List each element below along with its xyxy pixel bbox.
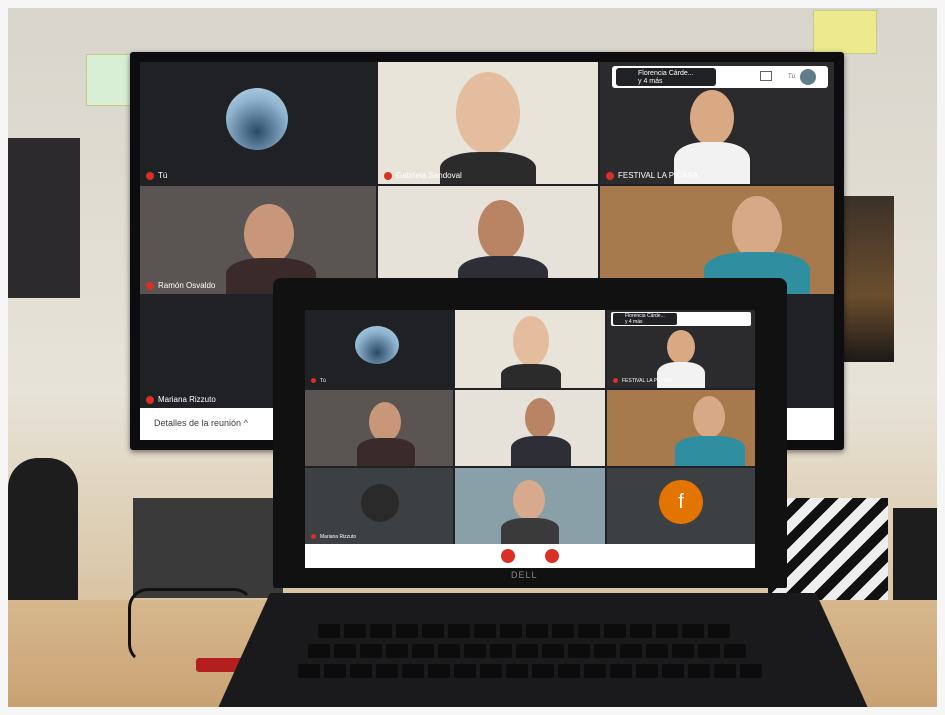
participant-body bbox=[357, 438, 415, 466]
mic-toggle-button[interactable] bbox=[501, 549, 515, 563]
participant-body bbox=[675, 436, 745, 466]
you-label: Tú bbox=[788, 74, 796, 80]
video-tile[interactable]: f bbox=[607, 468, 755, 544]
participant-body bbox=[511, 436, 571, 466]
mic-off-icon bbox=[146, 395, 154, 404]
mic-off-icon bbox=[146, 281, 154, 290]
participant-name: Gabriela Sandoval bbox=[384, 171, 462, 180]
participant-name: Tú bbox=[146, 171, 167, 180]
video-tile[interactable]: Gabriela Sandoval bbox=[378, 62, 598, 184]
chevron-up-icon: ^ bbox=[243, 418, 248, 428]
participant-body bbox=[501, 518, 559, 544]
video-tile[interactable] bbox=[305, 390, 453, 466]
participant-face bbox=[513, 480, 545, 520]
participant-face bbox=[667, 330, 695, 364]
laptop-meet-screen: Tú FESTIVAL LA PICASA Florencia Cárde...… bbox=[305, 310, 755, 568]
video-tile[interactable] bbox=[607, 390, 755, 466]
more-count: y 4 más bbox=[638, 78, 663, 85]
participant-face bbox=[693, 396, 725, 438]
participant-face bbox=[244, 204, 294, 264]
shelf-unit bbox=[133, 498, 283, 598]
mic-off-icon bbox=[613, 378, 618, 384]
keyboard bbox=[298, 618, 778, 707]
meet-bottom-bar bbox=[305, 544, 755, 568]
dell-logo: DELL bbox=[511, 570, 538, 580]
avatar bbox=[355, 326, 399, 364]
participant-name: FESTIVAL LA PICASA bbox=[613, 378, 672, 384]
chat-icon[interactable] bbox=[760, 71, 772, 81]
participant-name: FESTIVAL LA PICASA bbox=[606, 171, 698, 180]
participant-face bbox=[513, 316, 549, 366]
participant-name: Mariana Rizzuto bbox=[146, 395, 216, 404]
laptop-lid: Tú FESTIVAL LA PICASA Florencia Cárde...… bbox=[273, 278, 787, 588]
speaker-left bbox=[8, 458, 78, 608]
participant-face bbox=[456, 72, 520, 154]
participant-face bbox=[478, 200, 524, 260]
presenter-name: Florencia Cárde... bbox=[638, 70, 694, 77]
mic-off-icon bbox=[384, 171, 392, 180]
camera-toggle-button[interactable] bbox=[545, 549, 559, 563]
video-tile[interactable] bbox=[455, 310, 605, 388]
video-tile[interactable] bbox=[455, 390, 605, 466]
video-tile[interactable] bbox=[455, 468, 605, 544]
participant-face bbox=[732, 196, 782, 260]
sticky-note bbox=[813, 10, 877, 54]
meet-top-bar: Florencia Cárde... y 4 más bbox=[611, 312, 751, 326]
participant-name: Mariana Rizzuto bbox=[311, 534, 356, 540]
video-tile[interactable]: Tú bbox=[140, 62, 376, 184]
wall-photo-left bbox=[8, 138, 80, 298]
participant-body bbox=[501, 364, 561, 388]
self-avatar bbox=[800, 69, 816, 85]
participants-pill[interactable]: Florencia Cárde... y 4 más bbox=[613, 313, 677, 325]
cable bbox=[128, 588, 254, 664]
participant-body bbox=[657, 362, 705, 388]
avatar bbox=[361, 484, 399, 522]
photo-scene: Tú Gabriela Sandoval FESTIVAL LA PICASA … bbox=[8, 8, 937, 707]
meet-top-bar: Florencia Cárde... y 4 más Tú bbox=[612, 66, 828, 88]
participant-name: Ramón Osvaldo bbox=[146, 281, 215, 290]
video-tile[interactable]: Tú bbox=[305, 310, 453, 388]
avatar: f bbox=[659, 480, 703, 524]
mic-off-icon bbox=[311, 534, 316, 540]
video-tile[interactable]: Mariana Rizzuto bbox=[305, 468, 453, 544]
meeting-details-link[interactable]: Detalles de la reunión ^ bbox=[154, 418, 248, 428]
participant-face bbox=[525, 398, 555, 438]
sticky-note bbox=[86, 54, 132, 106]
avatar bbox=[226, 88, 288, 150]
mic-off-icon bbox=[146, 171, 154, 180]
participants-pill[interactable]: Florencia Cárde... y 4 más bbox=[616, 68, 716, 86]
mic-off-icon bbox=[606, 171, 614, 180]
participant-face bbox=[690, 90, 734, 146]
participant-face bbox=[369, 402, 401, 442]
mic-off-icon bbox=[311, 378, 316, 384]
speaker-right bbox=[893, 508, 937, 603]
participant-name: Tú bbox=[311, 378, 326, 384]
more-count: y 4 más bbox=[625, 319, 643, 325]
